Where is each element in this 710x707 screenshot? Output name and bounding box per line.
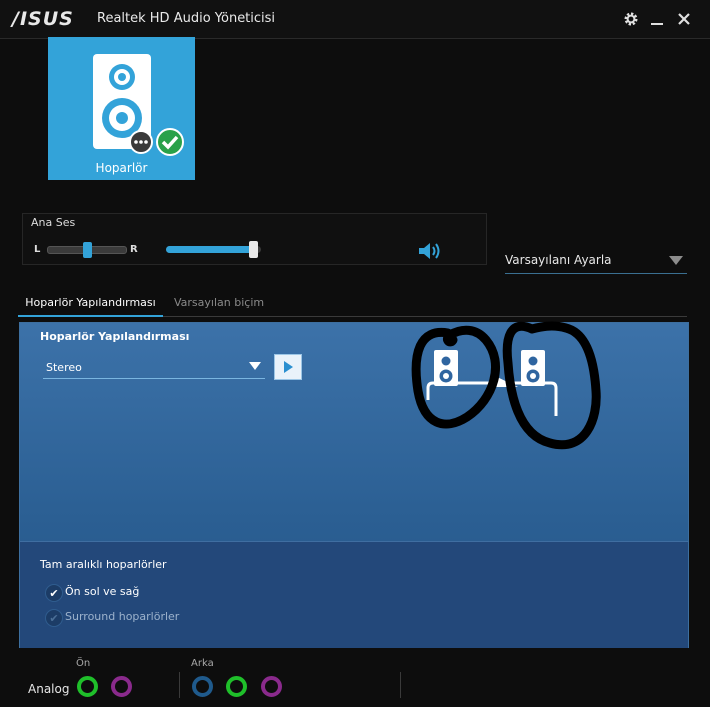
main-volume-title: Ana Ses [31, 216, 76, 229]
balance-slider-thumb[interactable] [82, 242, 92, 258]
jack-bar: Ön Arka Analog [0, 648, 710, 707]
jack-divider-end [400, 672, 401, 698]
config-title: Hoparlör Yapılandırması [40, 330, 190, 343]
speaker-layout-diagram [411, 321, 601, 450]
volume-slider[interactable] [166, 241, 261, 258]
front-green-jack[interactable] [77, 676, 98, 697]
main-volume-panel: Ana Ses L R [22, 213, 487, 265]
speaker-device-tile[interactable]: Hoparlör [48, 37, 195, 180]
back-jacks-label: Arka [191, 658, 214, 669]
surround-label: Surround hoparlörler [65, 610, 180, 623]
analog-label: Analog [28, 682, 70, 696]
set-default-label: Varsayılanı Ayarla [505, 253, 612, 267]
play-test-button[interactable] [274, 354, 302, 380]
volume-slider-fill [166, 246, 259, 253]
window-title: Realtek HD Audio Yöneticisi [97, 11, 276, 26]
front-left-speaker-icon [434, 350, 458, 386]
front-purple-jack[interactable] [111, 676, 132, 697]
play-icon [284, 361, 293, 373]
minimize-icon[interactable] [646, 8, 668, 30]
speaker-volume-icon[interactable] [417, 240, 441, 262]
front-lr-checkbox[interactable]: ✔ [45, 584, 63, 602]
balance-right-label: R [130, 244, 138, 255]
back-purple-jack[interactable] [261, 676, 282, 697]
volume-slider-thumb[interactable] [249, 241, 259, 258]
front-right-speaker-icon [521, 350, 545, 386]
device-label: Hoparlör [95, 161, 148, 175]
set-default-dropdown[interactable]: Varsayılanı Ayarla [505, 253, 687, 274]
front-lr-label: Ön sol ve sağ [65, 585, 140, 598]
tab-speaker-config[interactable]: Hoparlör Yapılandırması [18, 296, 163, 317]
gear-icon[interactable] [620, 8, 642, 30]
title-bar: /ISUS Realtek HD Audio Yöneticisi [0, 0, 710, 39]
jack-divider [179, 672, 180, 698]
chat-bubble-icon [129, 130, 153, 154]
asus-logo: /ISUS [12, 8, 74, 30]
check-circle-icon [156, 128, 184, 156]
speaker-config-value: Stereo [46, 361, 82, 374]
speaker-config-panel: Hoparlör Yapılandırması Stereo Tam aralı… [19, 321, 689, 649]
back-green-jack[interactable] [226, 676, 247, 697]
front-jacks-label: Ön [76, 658, 91, 669]
back-blue-jack[interactable] [192, 676, 213, 697]
balance-left-label: L [34, 244, 41, 255]
surround-checkbox: ✔ [45, 609, 63, 627]
tab-default-format[interactable]: Varsayılan biçim [174, 296, 264, 309]
balance-slider[interactable] [47, 242, 127, 258]
full-range-section: Tam aralıklı hoparlörler ✔ Ön sol ve sağ… [20, 541, 688, 649]
chevron-down-icon [669, 256, 683, 265]
full-range-title: Tam aralıklı hoparlörler [40, 558, 167, 571]
chevron-down-icon [249, 362, 261, 370]
close-icon[interactable] [673, 8, 695, 30]
speaker-config-select[interactable]: Stereo [43, 359, 265, 379]
